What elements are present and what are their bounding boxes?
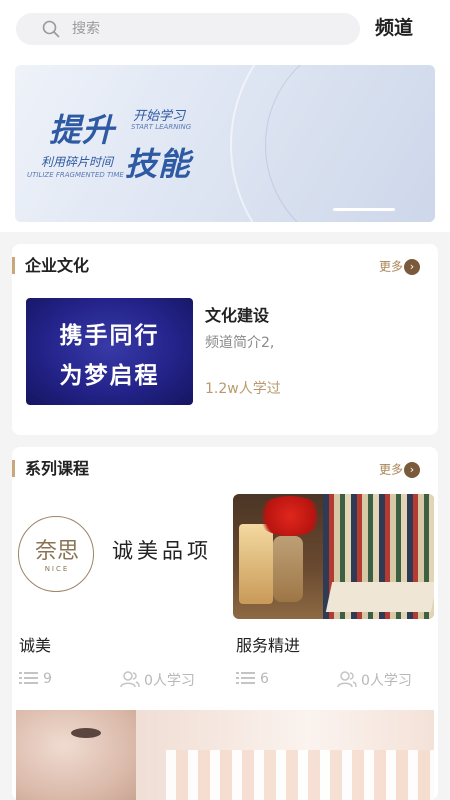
banner-section: 提升 开始学习 START LEARNING 利用碎片时间 UTILIZE FR… [0,58,450,232]
course-thumbnail: 奈思 NICE 诚美品项 [16,494,217,619]
face-image [16,710,136,800]
flowers-image [255,496,325,536]
banner-headline-2: 技能 [125,145,192,183]
course-name: 诚美 [19,636,52,655]
culture-course-title[interactable]: 文化建设 [205,302,269,326]
search-placeholder: 搜索 [72,21,100,37]
clock-decoration-inner [265,65,435,222]
series-section-title: 系列课程 [25,459,90,478]
open-book-image [325,582,434,612]
course-thumbnail [233,494,434,619]
banner-sub-cn-1: 开始学习 [133,109,186,124]
logo-text-en: NICE [44,565,70,573]
lamp-image [239,524,273,604]
culture-section: 企业文化 更多 › 携手同行 为梦启程 文化建设 频道简介2, 1.2w人学过 [12,244,438,435]
channel-button[interactable]: 频道 [375,16,413,40]
learner-count: 0人学习 [120,670,195,690]
blurred-image-area [166,750,434,800]
thumb-line-2: 为梦启程 [59,363,160,389]
users-icon [120,671,140,688]
learner-count-value: 0人学习 [361,673,412,689]
lesson-count-value: 9 [43,671,52,687]
course-name: 服务精进 [236,636,301,655]
list-icon [236,672,255,684]
lesson-count-value: 6 [260,671,269,687]
chevron-right-icon: › [404,258,420,275]
search-input[interactable]: 搜索 [16,13,360,45]
series-more-link[interactable]: 更多 › [379,459,420,479]
logo-text-cn: 奈思 [34,539,79,564]
banner-headline-1: 提升 [49,111,116,149]
search-icon [42,20,60,38]
chevron-right-icon: › [404,461,420,478]
culture-header: 企业文化 更多 › [12,244,438,288]
list-icon [19,672,38,684]
carousel-indicator [333,208,395,211]
culture-course-thumbnail[interactable]: 携手同行 为梦启程 [26,298,193,405]
section-accent-bar [12,257,15,274]
eye-image [71,728,101,738]
series-header: 系列课程 更多 › [12,447,438,491]
course-thumbnail-partial[interactable] [16,710,434,800]
banner-sub-en-1: START LEARNING [131,123,192,131]
users-icon [337,671,357,688]
vase-image [273,536,303,602]
lesson-count: 6 [236,670,269,688]
culture-learners-count: 1.2w人学过 [205,381,281,397]
section-accent-bar [12,460,15,477]
culture-course-desc: 频道简介2, [205,335,275,351]
thumb-line-1: 携手同行 [59,323,160,349]
banner-sub-cn-2: 利用碎片时间 [41,155,114,169]
more-label: 更多 [378,462,403,477]
more-label: 更多 [378,259,403,274]
top-bar: 搜索 频道 [0,0,450,58]
culture-section-title: 企业文化 [25,256,90,275]
banner-sub-en-2: UTILIZE FRAGMENTED TIME [27,171,124,179]
promo-banner[interactable]: 提升 开始学习 START LEARNING 利用碎片时间 UTILIZE FR… [15,65,435,222]
course-card-service[interactable]: 服务精进 6 0人学习 [233,494,434,694]
learner-count-value: 0人学习 [144,673,195,689]
lesson-count: 9 [19,670,52,688]
learner-count: 0人学习 [337,670,412,690]
course-card-chengmei[interactable]: 奈思 NICE 诚美品项 诚美 9 0人学习 [16,494,217,694]
culture-more-link[interactable]: 更多 › [379,256,420,276]
brand-logo: 奈思 NICE [18,516,94,592]
thumb-label: 诚美品项 [112,539,212,563]
